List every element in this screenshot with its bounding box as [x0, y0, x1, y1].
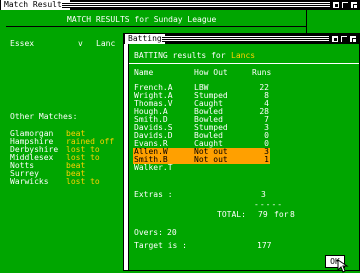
heading-divider: [129, 63, 359, 64]
total-runs: 79: [258, 210, 268, 219]
overs-label: Overs:: [134, 228, 163, 237]
batting-minimize-button[interactable]: [331, 35, 339, 43]
overs-value: 20: [167, 228, 177, 237]
other-match-result: lost to: [66, 177, 100, 186]
column-header-how-out: How Out: [194, 68, 228, 77]
target-value: 177: [257, 241, 272, 250]
extras-label: Extras :: [134, 190, 173, 199]
batting-team: Lancs: [231, 51, 256, 60]
results-heading: MATCH RESULTS for Sunday League: [67, 15, 217, 24]
results-window-title: Match Results: [1, 0, 70, 10]
batting-scrollbar[interactable]: [124, 44, 129, 270]
total-wickets: 8: [290, 210, 295, 219]
batting-close-button[interactable]: [349, 35, 357, 43]
how-out: Not out: [194, 155, 228, 164]
runs: 1: [264, 155, 269, 164]
target-label: Target is :: [134, 241, 187, 250]
batting-title-bar[interactable]: Batting: [124, 34, 359, 44]
batting-heading: BATTING results for: [134, 51, 226, 60]
results-title-bar[interactable]: Match Results: [0, 0, 360, 10]
batsman-name: Walker.T: [134, 163, 173, 172]
other-match-team: Warwicks: [10, 177, 49, 186]
minimize-button[interactable]: [332, 1, 340, 9]
batting-maximize-button[interactable]: [340, 35, 348, 43]
maximize-button[interactable]: [341, 1, 349, 9]
batting-window: Batting BATTING results for Lancs Name H…: [123, 33, 360, 273]
versus-text: v: [78, 39, 83, 48]
away-team: Lanc: [96, 39, 116, 48]
column-header-runs: Runs: [252, 68, 272, 77]
total-label: TOTAL:: [217, 210, 246, 219]
column-header-name: Name: [134, 68, 154, 77]
batting-window-title: Batting: [125, 34, 165, 44]
extras-value: 3: [261, 190, 266, 199]
close-button[interactable]: [350, 1, 358, 9]
total-for: for: [274, 210, 289, 219]
home-team: Essex: [10, 39, 35, 48]
other-matches-label: Other Matches:: [10, 112, 78, 121]
